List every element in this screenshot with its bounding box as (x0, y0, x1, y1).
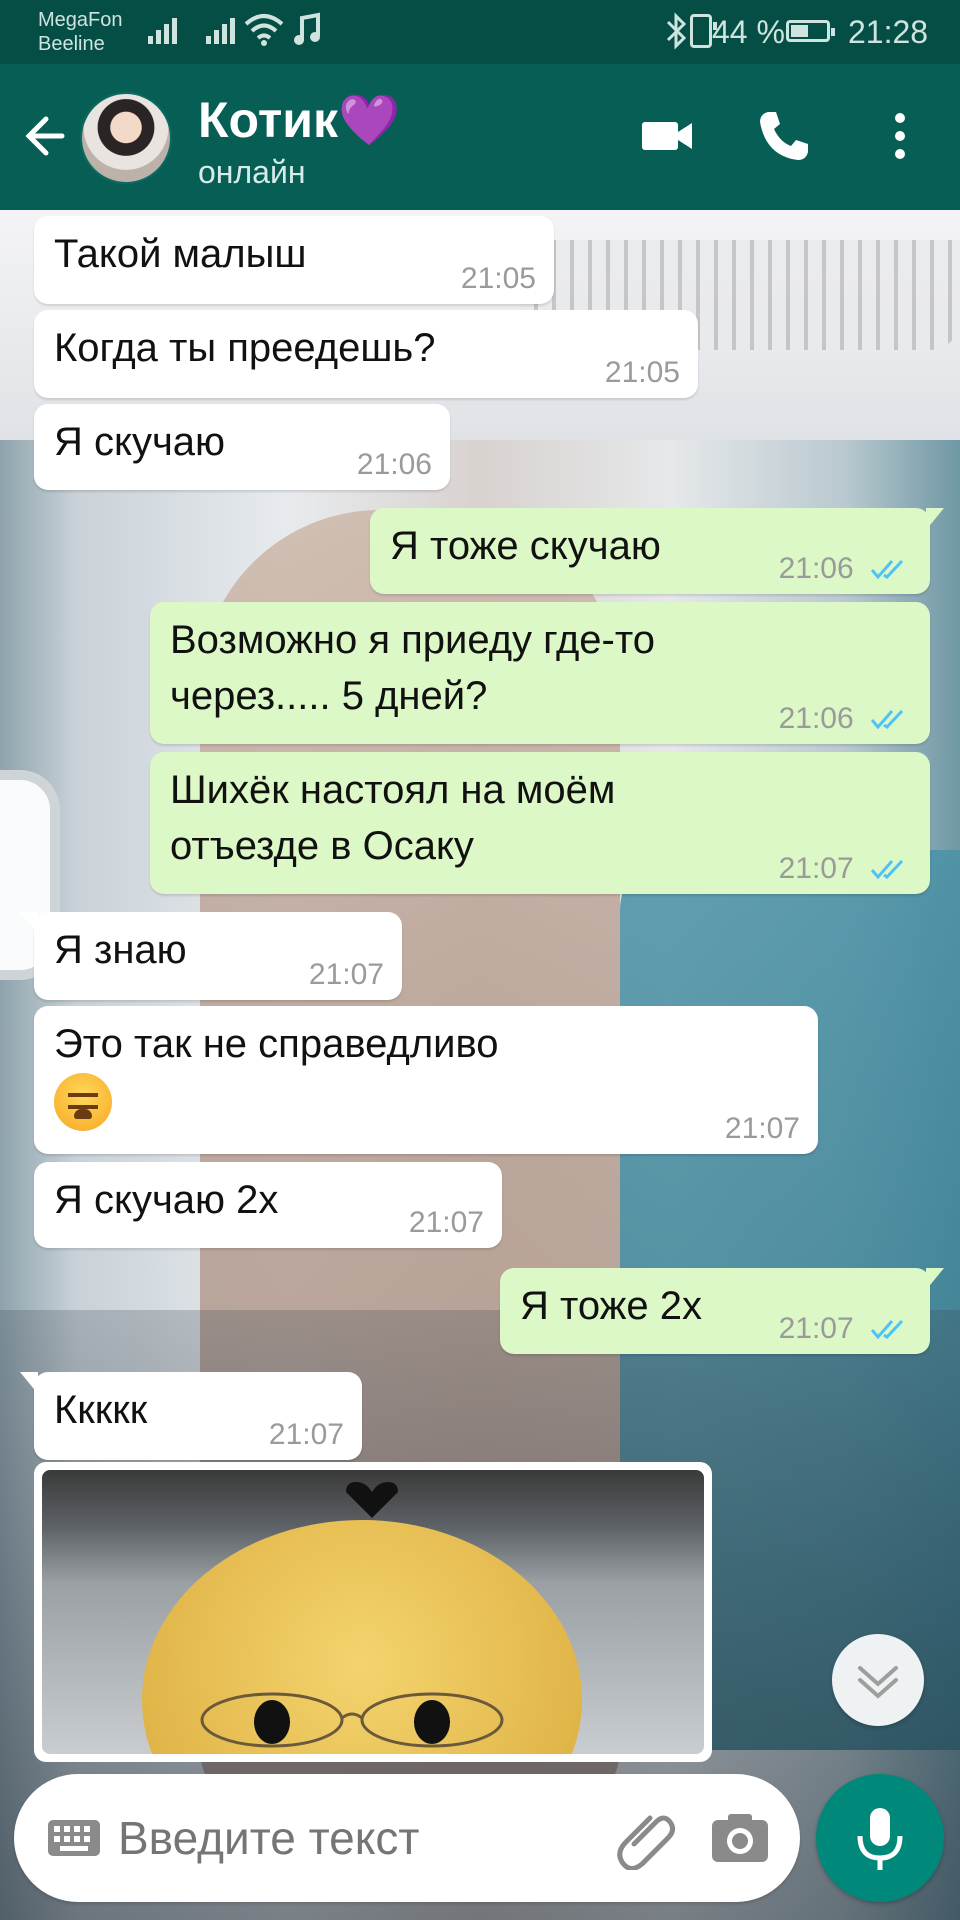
message-text: Я тоже скучаю (390, 524, 661, 568)
message-incoming[interactable]: Я скучаю 2х 21:07 (34, 1162, 502, 1248)
music-icon (294, 12, 320, 45)
message-time: 21:07 (308, 958, 384, 991)
battery-percent: 44 % (712, 14, 785, 50)
message-time: 21:07 (268, 1418, 344, 1451)
wifi-icon (244, 14, 284, 46)
bubble-tail (926, 508, 944, 530)
message-time: 21:07 (724, 1112, 800, 1145)
message-meta: 21:07 (779, 852, 908, 886)
message-time: 21:06 (356, 448, 432, 481)
carrier-beeline: Beeline (38, 33, 105, 55)
camera-icon[interactable] (710, 1808, 770, 1868)
contact-name[interactable]: Котик💜 (198, 90, 400, 150)
message-time: 21:05 (460, 262, 536, 295)
vibrate-battery-icon (690, 14, 717, 48)
message-outgoing[interactable]: Я тоже скучаю 21:06 (370, 508, 944, 594)
double-check-icon (870, 859, 904, 880)
message-text: Я скучаю 2х (54, 1178, 279, 1222)
double-check-icon (870, 1319, 904, 1340)
mic-icon (857, 1808, 903, 1870)
image-message[interactable] (34, 1462, 712, 1762)
message-text: Я тоже 2х (520, 1284, 703, 1328)
more-vert-icon[interactable] (868, 104, 932, 168)
composer (14, 1774, 800, 1902)
signal-icon (206, 14, 235, 44)
mic-button[interactable] (816, 1774, 944, 1902)
chevron-down-icon (858, 1666, 898, 1699)
phone-icon[interactable] (752, 104, 816, 168)
video-call-icon[interactable] (636, 104, 700, 168)
bubble-tail (20, 912, 38, 934)
keyboard-icon[interactable] (46, 1810, 102, 1866)
message-meta: 21:06 (779, 552, 908, 586)
bluetooth-icon (666, 12, 687, 50)
photo-heart (346, 1482, 398, 1518)
signal-icon (148, 14, 177, 44)
message-incoming[interactable]: Я знаю 21:07 (20, 912, 402, 1000)
attach-icon[interactable] (614, 1804, 680, 1870)
carriers: MegaFon Beeline (38, 8, 123, 56)
scroll-to-bottom-button[interactable] (832, 1634, 924, 1726)
message-meta: 21:07 (779, 1312, 908, 1346)
message-outgoing[interactable]: Я тоже 2х 21:07 (500, 1268, 944, 1354)
message-outgoing[interactable]: Шихёк настоял на моём отъезде в Осаку 21… (150, 752, 930, 894)
chat-header: Котик💜 онлайн (0, 64, 960, 210)
message-text: Это так не справедливо (54, 1022, 499, 1066)
double-check-icon (870, 709, 904, 730)
contact-status: онлайн (198, 154, 306, 190)
message-outgoing[interactable]: Возможно я приеду где-то через..... 5 дн… (150, 602, 930, 744)
message-incoming[interactable]: Я скучаю 21:06 (34, 404, 450, 490)
photo-glasses (200, 1692, 504, 1748)
battery-icon (786, 20, 835, 42)
message-text: Такой малыш (54, 232, 307, 276)
status-bar: MegaFon Beeline 44 % 21:28 (0, 0, 960, 64)
message-time: 21:06 (778, 702, 854, 735)
message-incoming[interactable]: Когда ты преедешь? 21:05 (34, 310, 698, 398)
message-text: Я знаю (54, 928, 187, 972)
bubble-tail (20, 1372, 38, 1394)
message-text: Когда ты преедешь? (54, 326, 436, 370)
message-incoming[interactable]: Это так не справедливо 21:07 (34, 1006, 818, 1154)
message-text: Я скучаю (54, 420, 226, 464)
message-meta: 21:06 (779, 702, 908, 736)
bubble-tail (926, 1268, 944, 1290)
message-incoming[interactable]: Ккккк 21:07 (20, 1372, 362, 1460)
message-input[interactable] (118, 1774, 598, 1902)
message-time: 21:07 (408, 1206, 484, 1239)
avatar[interactable] (80, 92, 172, 184)
message-time: 21:06 (778, 552, 854, 585)
message-time: 21:05 (604, 356, 680, 389)
photo[interactable] (42, 1470, 704, 1754)
message-text: Возможно я приеду где-то через..... 5 дн… (170, 618, 655, 718)
message-text: Шихёк настоял на моём отъезде в Осаку (170, 768, 616, 868)
message-text: Ккккк (54, 1388, 148, 1432)
carrier-megafon: MegaFon (38, 9, 123, 31)
message-incoming[interactable]: Такой малыш 21:05 (34, 216, 554, 304)
message-time: 21:07 (778, 1312, 854, 1345)
clock: 21:28 (848, 14, 929, 50)
tired-face-emoji (54, 1073, 112, 1132)
message-time: 21:07 (778, 852, 854, 885)
back-arrow-icon[interactable] (18, 106, 78, 166)
double-check-icon (870, 559, 904, 580)
